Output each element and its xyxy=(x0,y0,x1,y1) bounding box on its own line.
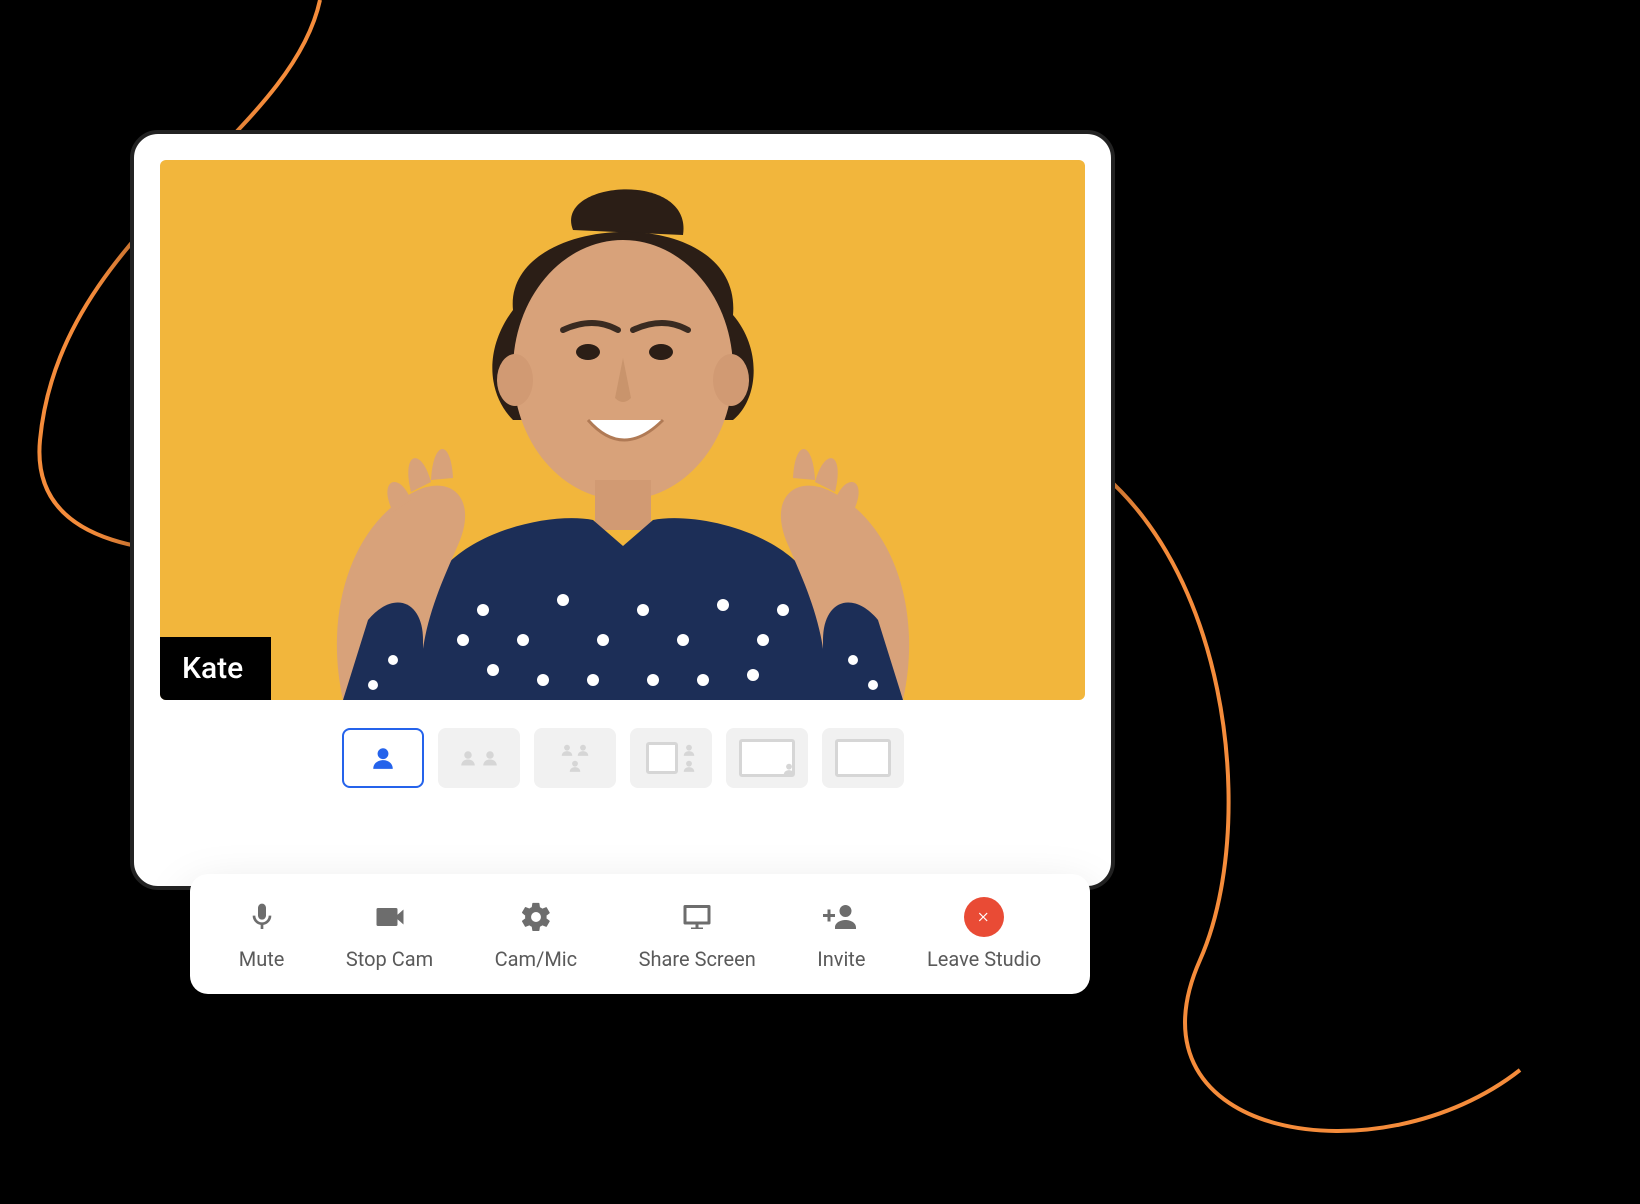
leave-icon xyxy=(964,897,1004,937)
control-toolbar: Mute Stop Cam Cam/Mic Share Screen Invit xyxy=(190,874,1090,994)
participant-name: Kate xyxy=(182,651,243,686)
person-icon xyxy=(370,744,396,772)
app-stage: Kate xyxy=(0,0,1640,1204)
leave-studio-button[interactable]: Leave Studio xyxy=(927,897,1041,971)
invite-label: Invite xyxy=(817,947,865,971)
gear-icon xyxy=(516,897,556,937)
layout-screen-left-people-right[interactable] xyxy=(630,728,712,788)
mute-label: Mute xyxy=(239,947,285,971)
share-screen-label: Share Screen xyxy=(639,947,756,971)
stop-cam-label: Stop Cam xyxy=(346,947,433,971)
layout-three-up[interactable] xyxy=(534,728,616,788)
layout-single[interactable] xyxy=(342,728,424,788)
person-icon xyxy=(682,759,696,773)
video-feed: Kate xyxy=(160,160,1085,700)
layout-screen-only[interactable] xyxy=(822,728,904,788)
person-icon xyxy=(560,743,574,757)
layout-picker xyxy=(160,728,1085,788)
screen-icon xyxy=(835,739,891,777)
studio-window: Kate xyxy=(130,130,1115,890)
stop-cam-button[interactable]: Stop Cam xyxy=(346,897,433,971)
cam-mic-label: Cam/Mic xyxy=(495,947,577,971)
leave-label: Leave Studio xyxy=(927,947,1041,971)
participant-name-tag: Kate xyxy=(160,637,271,700)
person-icon xyxy=(540,759,610,773)
person-icon xyxy=(576,743,590,757)
layout-screen-with-pip[interactable] xyxy=(726,728,808,788)
person-icon xyxy=(481,748,499,768)
invite-button[interactable]: Invite xyxy=(817,897,865,971)
share-screen-button[interactable]: Share Screen xyxy=(639,897,756,971)
person-icon xyxy=(782,762,796,776)
person-icon xyxy=(682,743,696,757)
cam-mic-button[interactable]: Cam/Mic xyxy=(495,897,577,971)
mute-button[interactable]: Mute xyxy=(239,897,285,971)
monitor-icon xyxy=(677,897,717,937)
camera-icon xyxy=(370,897,410,937)
microphone-icon xyxy=(242,897,282,937)
layout-two-up[interactable] xyxy=(438,728,520,788)
add-person-icon xyxy=(821,897,861,937)
participant-figure xyxy=(283,160,963,700)
person-icon xyxy=(459,748,477,768)
screen-icon xyxy=(646,742,678,774)
